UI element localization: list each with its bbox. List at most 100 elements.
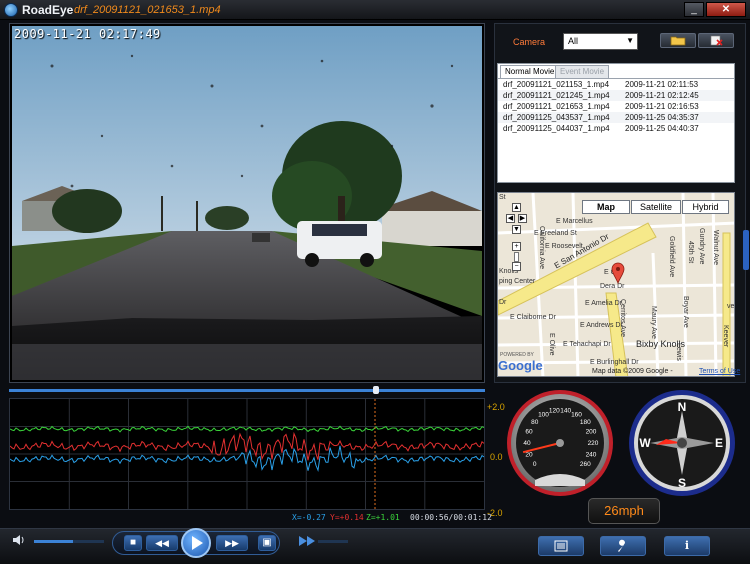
speed-tick-label: 120: [549, 408, 560, 415]
file-row-name: drf_20091125_043537_1.mp4: [503, 113, 610, 122]
camera-select[interactable]: All ▼: [563, 33, 638, 50]
video-timestamp: 2009-11-21 02:17:49: [14, 27, 161, 41]
fast-forward-button[interactable]: ▶▶: [216, 535, 248, 551]
seek-bar[interactable]: [9, 389, 485, 392]
gsensor-plot: [9, 399, 485, 509]
map-label-tehachapi: E Tehachapi Dr: [563, 341, 611, 348]
terms-link[interactable]: Terms of Use: [699, 368, 740, 375]
zoom-slider[interactable]: [514, 252, 519, 262]
chevron-down-icon: ▼: [626, 36, 634, 45]
map-label-walnut: Walnut Ave: [712, 230, 719, 266]
file-row[interactable]: drf_20091121_021153_1.mp4 2009-11-21 02:1…: [498, 79, 734, 90]
play-button[interactable]: [181, 528, 211, 558]
speed-tick-label: 0: [533, 461, 537, 468]
speed-tick-label: 200: [586, 429, 597, 436]
video-viewport[interactable]: [9, 23, 485, 383]
file-row-name: drf_20091125_044037_1.mp4: [503, 124, 610, 133]
map-label-maury: Maury Ave: [650, 306, 657, 339]
map-credit: Map data ©2009 Google -: [592, 368, 673, 375]
speed-tick-label: 40: [523, 440, 531, 447]
compass-west: W: [639, 436, 651, 450]
map-label-marcellus: E Marcellus: [556, 218, 593, 225]
pan-down-icon[interactable]: ▼: [512, 225, 521, 234]
file-row[interactable]: drf_20091121_021245_1.mp4 2009-11-21 02:1…: [498, 90, 734, 101]
camera-select-value: All: [568, 36, 579, 46]
file-list-button[interactable]: [538, 536, 584, 556]
tab-event-movie[interactable]: Event Movie: [555, 65, 610, 78]
map-label-gundry: Gundry Ave: [698, 228, 705, 265]
panel-toggle-handle[interactable]: [743, 230, 749, 270]
compass-east: E: [715, 436, 723, 450]
info-button[interactable]: i: [664, 536, 710, 556]
compass-north: N: [678, 400, 687, 414]
zoom-in-icon[interactable]: +: [512, 242, 521, 251]
speed-up-icon[interactable]: [298, 535, 318, 547]
app-title: RoadEye: [22, 3, 74, 17]
map-label-dera: Dera Dr: [600, 283, 625, 290]
seek-thumb[interactable]: [372, 386, 379, 394]
list-icon: [554, 540, 568, 552]
delete-file-button[interactable]: [698, 33, 734, 48]
map-label-bixby: Bixby Knolls: [636, 339, 686, 349]
map-label-claiborne: E Claiborne Dr: [510, 314, 556, 321]
delete-file-icon: [710, 35, 723, 46]
compass-south: S: [678, 476, 686, 490]
speed-tick-label: 240: [586, 451, 597, 458]
graph-axis-mid-label: 0.0: [490, 452, 503, 462]
x-readout: X=-0.27: [292, 513, 326, 522]
y-readout: Y=+0.14: [330, 513, 364, 522]
speed-tick-label: 220: [588, 440, 599, 447]
app-logo-icon: [4, 3, 18, 17]
file-row-date: 2009-11-21 02:16:53: [625, 102, 699, 111]
pan-left-icon[interactable]: ◀: [506, 214, 515, 223]
speed-tick-label: 160: [571, 411, 582, 418]
speed-tick-label: 80: [531, 419, 539, 426]
settings-button[interactable]: [600, 536, 646, 556]
map-type-map-button[interactable]: Map: [582, 200, 630, 214]
speed-tick-label: 100: [538, 411, 549, 418]
speed-tick-label: 60: [525, 429, 533, 436]
volume-icon[interactable]: [12, 534, 26, 546]
map-type-satellite-button[interactable]: Satellite: [631, 200, 681, 214]
speed-tick-label: 180: [580, 419, 591, 426]
current-file-title: drf_20091121_021653_1.mp4: [74, 4, 221, 16]
graph-axis-top-label: +2.0: [487, 402, 505, 412]
map-label-burlinghall: E Burlinghall Dr: [590, 359, 639, 366]
minimize-button[interactable]: _: [684, 2, 704, 17]
map-label-45th: 45th St: [687, 241, 694, 264]
map-label-boyar: Boyar Ave: [682, 296, 689, 328]
rewind-button[interactable]: ◀◀: [146, 535, 178, 551]
gsensor-graph: [9, 398, 485, 510]
map-label-olive: E Olive: [548, 333, 555, 356]
map-label-amelia: E Amelia Dr: [585, 300, 622, 307]
title-bar: RoadEye drf_20091121_021653_1.mp4 _ ✕: [0, 0, 750, 20]
stop-button[interactable]: ■: [124, 535, 142, 551]
play-icon: [192, 536, 203, 550]
map-label-keever: Keever: [722, 325, 729, 348]
tab-normal-movie[interactable]: Normal Movie: [500, 65, 560, 78]
file-row[interactable]: drf_20091125_043537_1.mp4 2009-11-25 04:3…: [498, 112, 734, 123]
zoom-out-icon[interactable]: −: [512, 262, 521, 271]
playback-speed-track[interactable]: [318, 540, 348, 543]
map-label-ve: ve: [727, 303, 735, 310]
speed-tick-label: 260: [580, 461, 591, 468]
file-row[interactable]: drf_20091121_021653_1.mp4 2009-11-21 02:1…: [498, 101, 734, 112]
folder-icon: [670, 36, 686, 46]
map-label-goldfield: Goldfield Ave: [668, 236, 675, 278]
file-list: drf_20091121_021153_1.mp4 2009-11-21 02:1…: [498, 78, 734, 182]
close-button[interactable]: ✕: [706, 2, 746, 17]
file-row-date: 2009-11-21 02:11:53: [625, 80, 699, 89]
map-type-hybrid-button[interactable]: Hybrid: [682, 200, 729, 214]
snapshot-button[interactable]: ▣: [258, 535, 276, 551]
pan-up-icon[interactable]: ▲: [512, 203, 521, 212]
map-label-andrews: E Andrews Dr: [580, 322, 623, 329]
file-row-name: drf_20091121_021153_1.mp4: [503, 80, 610, 89]
wrench-icon: [618, 539, 626, 552]
map-label-center: ping Center: [499, 278, 536, 285]
pan-right-icon[interactable]: ▶: [518, 214, 527, 223]
map-label-dr: Dr: [499, 299, 507, 306]
file-row[interactable]: drf_20091125_044037_1.mp4 2009-11-25 04:4…: [498, 123, 734, 134]
camera-label: Camera: [513, 37, 546, 47]
z-readout: Z=+1.01: [366, 513, 400, 522]
open-folder-button[interactable]: [660, 33, 696, 48]
